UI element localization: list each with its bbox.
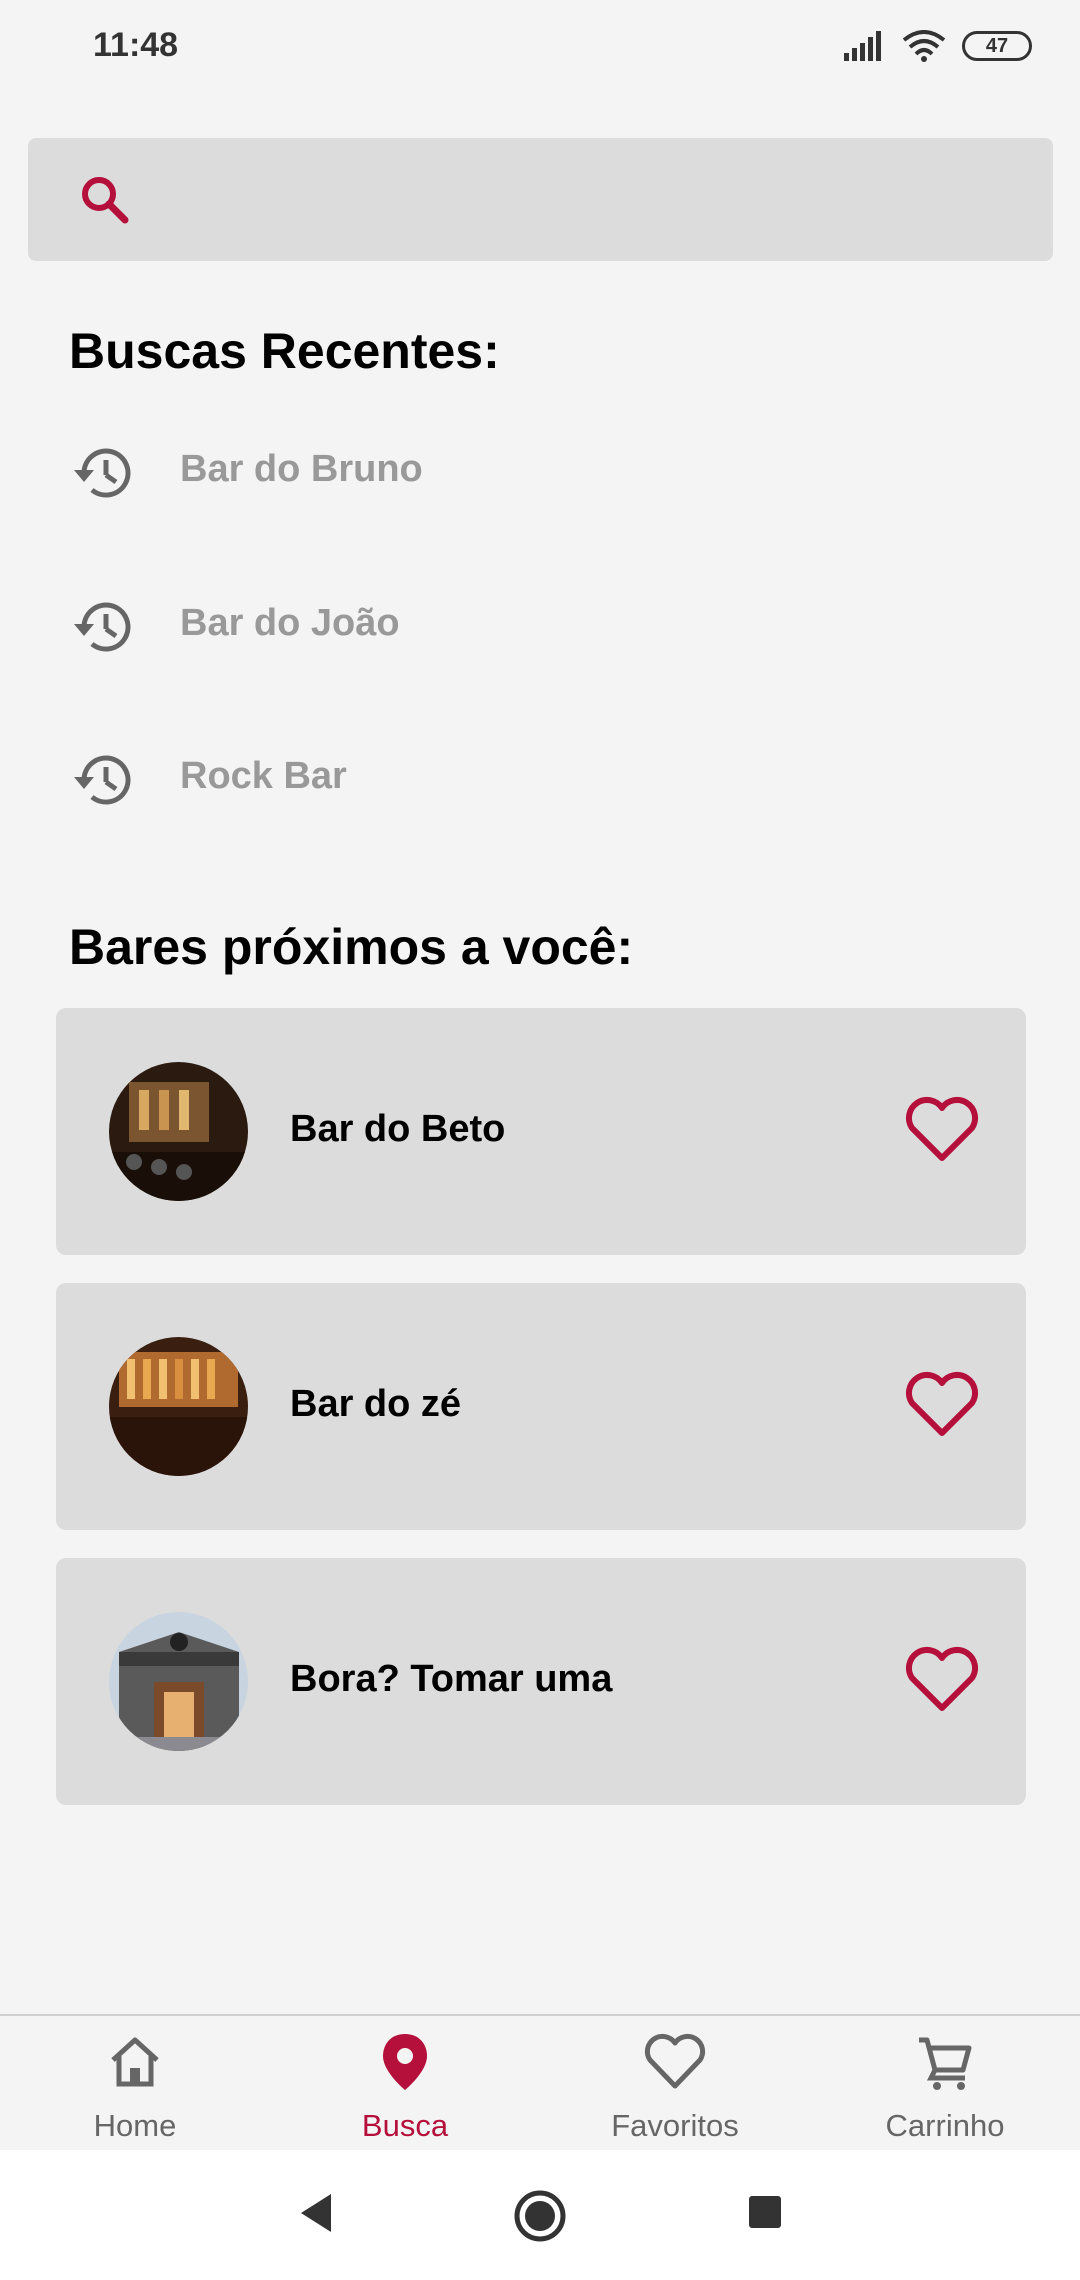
nearby-bars-title: Bares próximos a você: [69, 919, 634, 975]
map-pin-icon [383, 2034, 427, 2090]
recent-search-label: Bar do João [180, 602, 400, 644]
recent-search-item[interactable]: Rock Bar [70, 735, 770, 825]
nav-item-busca[interactable]: Busca [305, 2016, 505, 2152]
cart-icon [919, 2037, 972, 2090]
status-icons: 47 [844, 30, 1032, 62]
status-time: 11:48 [93, 26, 179, 64]
bar-photo [109, 1337, 248, 1476]
bar-card[interactable]: Bar do Beto [56, 1008, 1026, 1255]
recent-search-label: Bar do Bruno [180, 448, 423, 490]
home-button-icon[interactable] [512, 2188, 568, 2244]
bar-name: Bora? Tomar uma [290, 1658, 613, 1700]
status-bar: 11:48 47 [0, 0, 1080, 96]
recent-search-item[interactable]: Bar do Bruno [70, 428, 770, 518]
nav-label-favoritos: Favoritos [611, 2108, 739, 2143]
bottom-navigation: Home Busca Favoritos Carrinho [0, 2014, 1080, 2150]
nav-label-home: Home [93, 2108, 177, 2143]
bar-photo [109, 1062, 248, 1201]
search-input[interactable] [158, 158, 1018, 242]
back-icon[interactable] [295, 2188, 335, 2238]
recent-searches-title: Buscas Recentes: [69, 323, 500, 379]
search-icon[interactable] [75, 170, 135, 230]
battery-indicator: 47 [962, 31, 1032, 61]
bar-photo [109, 1612, 248, 1751]
heart-outline-icon[interactable] [904, 1644, 980, 1714]
signal-icon [844, 31, 881, 61]
history-icon [74, 755, 131, 805]
nav-label-carrinho: Carrinho [885, 2108, 1005, 2143]
heart-outline-icon[interactable] [904, 1369, 980, 1439]
heart-outline-icon[interactable] [904, 1094, 980, 1164]
bar-name: Bar do Beto [290, 1108, 506, 1150]
heart-icon [644, 2033, 706, 2089]
nav-item-home[interactable]: Home [35, 2016, 235, 2152]
bar-card[interactable]: Bar do zé [56, 1283, 1026, 1530]
wifi-icon [902, 30, 946, 62]
nav-item-carrinho[interactable]: Carrinho [845, 2016, 1045, 2152]
recent-search-item[interactable]: Bar do João [70, 582, 770, 672]
history-icon [74, 448, 131, 498]
nav-label-busca: Busca [361, 2108, 449, 2143]
search-bar[interactable] [28, 138, 1053, 261]
recents-icon[interactable] [745, 2188, 785, 2238]
nav-item-favoritos[interactable]: Favoritos [575, 2016, 775, 2152]
system-navigation-bar [0, 2150, 1080, 2280]
history-icon [74, 602, 131, 652]
home-icon [111, 2037, 159, 2087]
bar-name: Bar do zé [290, 1383, 462, 1425]
bar-card[interactable]: Bora? Tomar uma [56, 1558, 1026, 1805]
recent-search-label: Rock Bar [180, 755, 347, 797]
